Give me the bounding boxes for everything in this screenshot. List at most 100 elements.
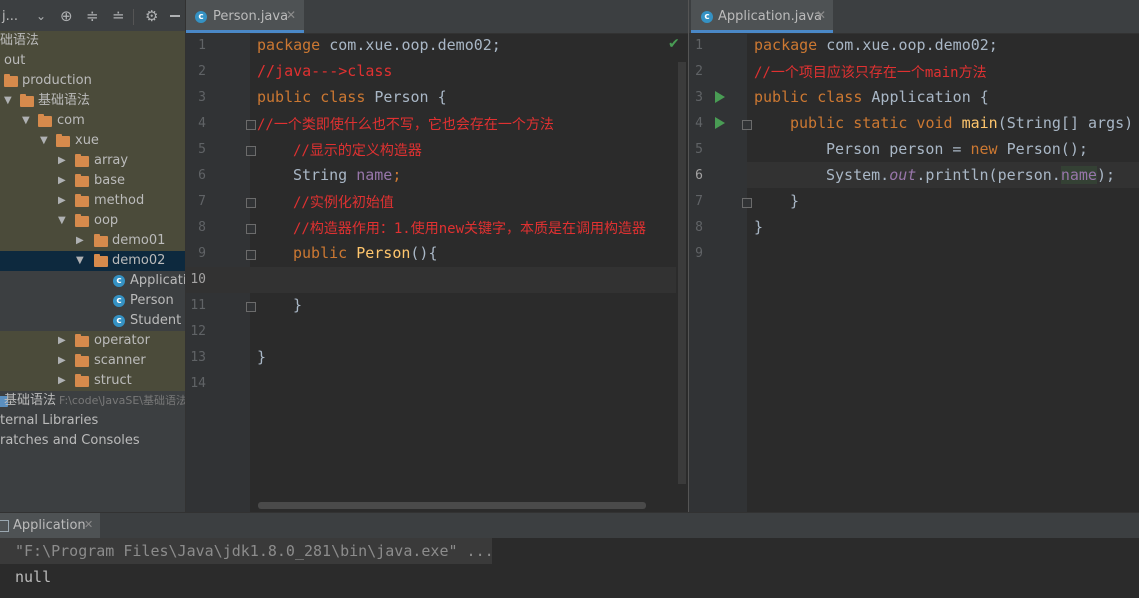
gear-icon[interactable]: ⚙	[145, 9, 158, 24]
tree-item-person[interactable]: c Person	[0, 291, 185, 311]
right-gutter	[689, 34, 747, 512]
folder-icon	[75, 194, 89, 207]
code-line-7: }	[790, 192, 800, 210]
folder-icon	[75, 154, 89, 167]
left-editor-tabbar: c Person.java ✕	[186, 0, 688, 34]
run-icon[interactable]	[715, 117, 725, 129]
tree-item-struct[interactable]: ▶ struct	[0, 371, 185, 391]
tree-item-array[interactable]: ▶ array	[0, 151, 185, 171]
horizontal-scrollbar[interactable]	[258, 502, 646, 509]
class-icon: c	[701, 11, 713, 23]
fold-marker-icon[interactable]	[246, 224, 256, 234]
tree-item-oop[interactable]: ▼ oop	[0, 211, 185, 231]
tree-item-out[interactable]: out	[0, 51, 185, 71]
tree-item-scratches[interactable]: ratches and Consoles	[0, 431, 185, 451]
code-keyword: public class	[754, 88, 863, 106]
module-path: F:\code\JavaSE\基础语法	[59, 394, 186, 407]
tree-item-student[interactable]: c Student	[0, 311, 185, 331]
tab-title: Application.java	[718, 9, 823, 24]
chevron-right-icon[interactable]: ▶	[58, 151, 66, 171]
tree-item-xue[interactable]: ▼ xue	[0, 131, 185, 151]
fold-marker-icon[interactable]	[246, 198, 256, 208]
tree-item-base[interactable]: ▶ base	[0, 171, 185, 191]
console-output[interactable]: "F:\Program Files\Java\jdk1.8.0_281\bin\…	[0, 538, 1139, 598]
target-icon[interactable]: ⊕	[60, 9, 73, 24]
right-editor[interactable]: 1 2 3 4 5 6 7 8 9 package com.xue.oop.de…	[689, 34, 1139, 512]
fold-marker-icon[interactable]	[246, 302, 256, 312]
chevron-right-icon[interactable]: ▶	[58, 371, 66, 391]
minimize-icon[interactable]	[170, 15, 180, 17]
tree-item-external-libraries[interactable]: ternal Libraries	[0, 411, 185, 431]
expand-all-icon[interactable]: ≑	[86, 9, 99, 24]
folder-icon	[4, 74, 18, 87]
code-keyword: public static void	[790, 114, 962, 132]
fold-marker-icon[interactable]	[742, 120, 752, 130]
folder-icon	[75, 174, 89, 187]
chevron-down-icon[interactable]: ▼	[22, 111, 30, 131]
line-number: 7	[695, 194, 703, 209]
code-text: String	[293, 166, 357, 184]
console-icon	[0, 520, 9, 532]
vertical-scrollbar[interactable]	[678, 62, 686, 484]
tree-item-basic-syntax[interactable]: ▼ 基础语法	[0, 91, 185, 111]
tree-item-label: ternal Libraries	[0, 413, 99, 428]
fold-marker-icon[interactable]	[742, 198, 752, 208]
code-text: Person {	[365, 88, 447, 106]
tree-item-module-basic-syntax[interactable]: 基础语法 F:\code\JavaSE\基础语法	[0, 391, 185, 411]
close-icon[interactable]: ✕	[84, 518, 93, 531]
tree-item-module-root[interactable]: 础语法	[0, 31, 185, 51]
right-editor-tabbar: c Application.java ✕	[689, 0, 1139, 34]
chevron-right-icon[interactable]: ▶	[58, 351, 66, 371]
chevron-down-icon[interactable]: ▼	[4, 91, 12, 111]
fold-marker-icon[interactable]	[246, 120, 256, 130]
left-editor[interactable]: 1 2 3 4 5 6 7 8 9 10 11 12 13 14 package…	[186, 34, 688, 512]
tree-item-label: com	[57, 113, 85, 128]
line-number: 1	[198, 38, 206, 53]
code-line-5: Person person = new Person();	[826, 140, 1088, 158]
chevron-down-icon[interactable]: ▼	[40, 131, 48, 151]
code-line-2: //java--->class	[257, 62, 393, 80]
tree-item-production[interactable]: production	[0, 71, 185, 91]
tree-item-demo01[interactable]: ▶ demo01	[0, 231, 185, 251]
tree-item-label: demo01	[112, 233, 166, 248]
chevron-down-icon[interactable]: ▼	[76, 251, 84, 271]
tree-item-label: oop	[94, 213, 119, 228]
class-icon: c	[113, 275, 125, 287]
folder-icon	[38, 114, 52, 127]
fold-marker-icon[interactable]	[246, 250, 256, 260]
chevron-right-icon[interactable]: ▶	[58, 331, 66, 351]
code-text: (String[] args)	[997, 114, 1134, 132]
code-line-13: }	[257, 348, 267, 366]
fold-marker-icon[interactable]	[246, 146, 256, 156]
tree-item-scanner[interactable]: ▶ scanner	[0, 351, 185, 371]
line-number: 1	[695, 38, 703, 53]
close-icon[interactable]: ✕	[816, 8, 826, 22]
tree-item-application[interactable]: c Application	[0, 271, 185, 291]
collapse-all-icon[interactable]: ≐	[112, 9, 125, 24]
code-line-3: public class Person {	[257, 88, 447, 106]
check-icon[interactable]: ✔	[668, 36, 680, 52]
line-number: 4	[695, 116, 703, 131]
tab-application-java[interactable]: c Application.java ✕	[691, 0, 833, 33]
line-number: 14	[190, 376, 206, 391]
code-text: );	[1096, 166, 1115, 184]
chevron-right-icon[interactable]: ▶	[76, 231, 84, 251]
tree-item-demo02[interactable]: ▼ demo02	[0, 251, 185, 271]
tree-item-com[interactable]: ▼ com	[0, 111, 185, 131]
chevron-down-icon[interactable]: ▼	[58, 211, 66, 231]
class-icon: c	[113, 295, 125, 307]
run-tab-title: Application	[13, 518, 86, 533]
code-line-9: public Person(){	[293, 244, 438, 262]
tree-item-operator[interactable]: ▶ operator	[0, 331, 185, 351]
run-tab-application[interactable]: Application ✕	[0, 513, 100, 539]
run-icon[interactable]	[715, 91, 725, 103]
code-text: com.xue.oop.demo02;	[817, 36, 998, 54]
close-icon[interactable]: ✕	[286, 8, 296, 22]
chevron-down-icon[interactable]: ⌄	[36, 9, 46, 24]
tab-person-java[interactable]: c Person.java ✕	[186, 0, 304, 33]
chevron-right-icon[interactable]: ▶	[58, 171, 66, 191]
tree-item-method[interactable]: ▶ method	[0, 191, 185, 211]
tree-item-label: array	[94, 153, 129, 168]
chevron-right-icon[interactable]: ▶	[58, 191, 66, 211]
project-view-selector[interactable]: j...	[2, 9, 18, 24]
